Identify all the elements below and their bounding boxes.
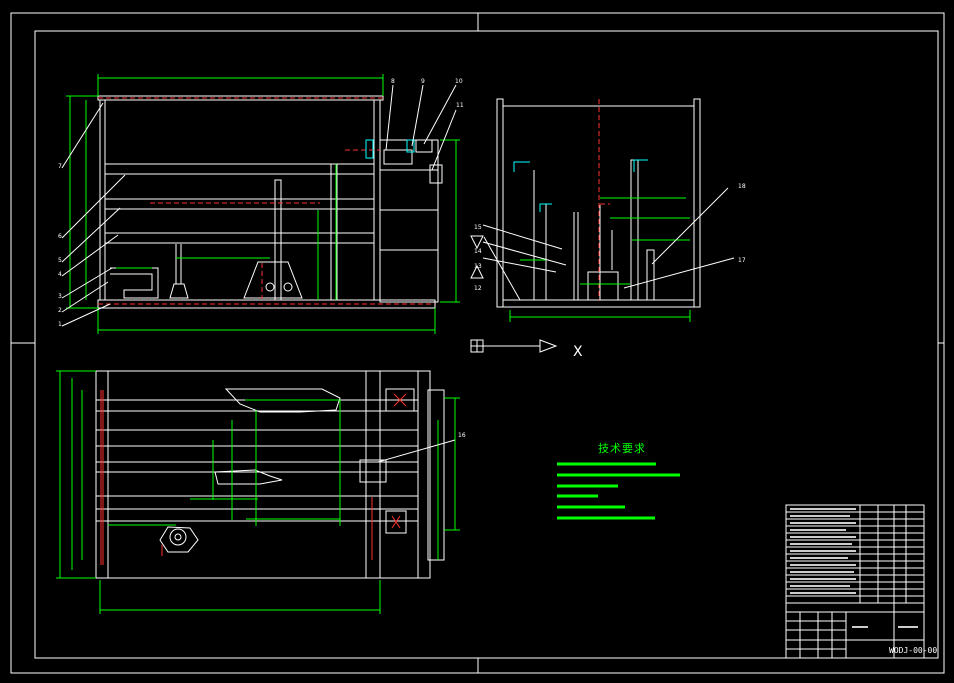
front-view xyxy=(61,74,460,334)
cad-drawing: 12345678 9 101112131415161718 X xyxy=(10,12,945,674)
tech-requirements-title: 技术要求 xyxy=(598,442,646,455)
balloon-4: 4 xyxy=(58,271,62,278)
balloon-11: 11 xyxy=(456,102,464,109)
balloon-labels: 12345678 9 101112131415161718 xyxy=(58,78,746,439)
ucs-axis-symbol xyxy=(470,339,558,353)
balloon-12: 12 xyxy=(474,285,482,292)
drawing-code: WODJ-00-00 xyxy=(889,646,938,655)
balloon-17: 17 xyxy=(738,257,746,264)
balloon-18: 18 xyxy=(738,183,746,190)
balloon-14: 14 xyxy=(474,248,482,255)
top-view xyxy=(56,370,460,614)
balloon-3: 3 xyxy=(58,293,62,300)
balloon-9: 9 xyxy=(421,78,425,85)
balloon-10: 10 xyxy=(455,78,463,85)
balloon-16: 16 xyxy=(458,432,466,439)
balloon-1: 1 xyxy=(58,321,62,328)
ucs-x-label: X xyxy=(573,344,583,360)
balloon-8: 8 xyxy=(391,78,395,85)
balloon-7: 7 xyxy=(58,163,62,170)
balloon-13: 13 xyxy=(474,263,482,270)
balloon-5: 5 xyxy=(58,257,62,264)
balloon-6: 6 xyxy=(58,233,62,240)
tech-requirements-lines xyxy=(557,462,680,520)
sheet-border-inner xyxy=(34,30,939,659)
side-view xyxy=(470,98,735,322)
balloon-2: 2 xyxy=(58,307,62,314)
balloon-15: 15 xyxy=(474,224,482,231)
